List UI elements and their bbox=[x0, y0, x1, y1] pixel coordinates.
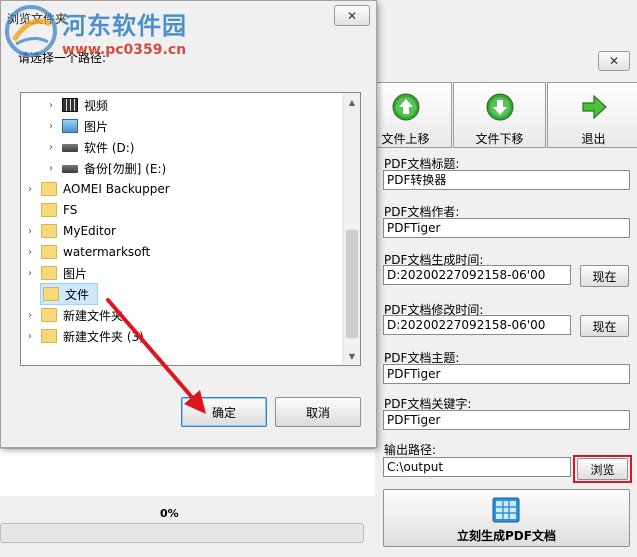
file-list[interactable] bbox=[0, 448, 375, 496]
cancel-button[interactable]: 取消 bbox=[275, 397, 361, 427]
tree-item[interactable]: › 备份[勿删] (E:) bbox=[46, 158, 166, 178]
keywords-input[interactable]: PDFTiger bbox=[383, 410, 630, 430]
expand-chevron-icon[interactable]: › bbox=[25, 247, 35, 258]
tree-item[interactable]: › 视频 bbox=[46, 95, 108, 115]
close-button[interactable]: ✕ bbox=[598, 51, 630, 71]
document-table-icon bbox=[492, 497, 520, 523]
folder-icon bbox=[41, 182, 57, 196]
tree-item-label: watermarksoft bbox=[63, 245, 151, 259]
tree-item[interactable]: › 图片 bbox=[46, 116, 108, 136]
picture-folder-icon bbox=[62, 119, 78, 133]
tree-item-label: 备份[勿删] (E:) bbox=[84, 161, 167, 176]
scroll-down-icon[interactable]: ▼ bbox=[344, 348, 360, 364]
progress-bar bbox=[0, 523, 364, 543]
expand-chevron-icon[interactable]: › bbox=[46, 163, 56, 174]
generate-pdf-label: 立刻生成PDF文档 bbox=[457, 529, 556, 543]
arrow-down-icon bbox=[486, 93, 513, 121]
modified-now-button[interactable]: 现在 bbox=[580, 315, 629, 337]
title-input[interactable]: PDF转换器 bbox=[383, 170, 630, 190]
dialog-prompt: 请选择一个路径: bbox=[18, 51, 107, 65]
tree-item[interactable]: › AOMEI Backupper bbox=[25, 179, 170, 199]
drive-icon bbox=[62, 140, 78, 154]
dialog-title: 浏览文件夹 bbox=[7, 12, 68, 26]
tree-scrollbar[interactable]: ▲ ▼ bbox=[342, 93, 360, 365]
expand-chevron-icon[interactable]: › bbox=[46, 121, 56, 132]
expand-chevron-icon[interactable]: › bbox=[25, 184, 35, 195]
tree-item[interactable]: 文件 bbox=[40, 283, 98, 305]
modified-time-input[interactable]: D:20200227092158-06'00 bbox=[383, 315, 571, 335]
tree-item[interactable]: › MyEditor bbox=[25, 221, 116, 241]
progress-text: 0% bbox=[160, 507, 179, 520]
created-now-button[interactable]: 现在 bbox=[580, 265, 629, 287]
folder-icon bbox=[41, 308, 57, 322]
tree-item-label: FS bbox=[63, 203, 78, 217]
scroll-up-icon[interactable]: ▲ bbox=[344, 94, 360, 110]
folder-icon bbox=[41, 224, 57, 238]
generate-pdf-button[interactable]: 立刻生成PDF文档 bbox=[383, 489, 630, 547]
expand-chevron-icon[interactable]: › bbox=[25, 268, 35, 279]
output-path-label: 输出路径: bbox=[384, 443, 437, 457]
scrollbar-thumb[interactable] bbox=[346, 230, 358, 338]
tree-item-label: 图片 bbox=[84, 119, 109, 134]
tree-item-label: 软件 (D:) bbox=[84, 140, 135, 155]
tree-item[interactable]: › 软件 (D:) bbox=[46, 137, 134, 157]
author-input[interactable]: PDFTiger bbox=[383, 218, 630, 238]
subject-input[interactable]: PDFTiger bbox=[383, 364, 630, 384]
drive-icon bbox=[62, 161, 78, 175]
move-down-label: 文件下移 bbox=[475, 132, 524, 146]
close-icon: ✕ bbox=[608, 54, 620, 68]
tree-item-label: AOMEI Backupper bbox=[63, 182, 170, 196]
expand-chevron-icon[interactable]: › bbox=[46, 100, 56, 111]
ok-button[interactable]: 确定 bbox=[181, 397, 267, 427]
tree-item-label: 视频 bbox=[84, 98, 109, 113]
expand-chevron-icon[interactable]: › bbox=[25, 226, 35, 237]
output-path-input[interactable]: C:\output bbox=[383, 457, 571, 477]
exit-arrow-icon bbox=[581, 94, 607, 120]
arrow-up-icon bbox=[392, 93, 419, 121]
dialog-close-button[interactable]: ✕ bbox=[334, 5, 370, 26]
tree-item-label: 新建文件夹 bbox=[63, 308, 124, 323]
video-folder-icon bbox=[62, 98, 78, 112]
tree-item[interactable]: › 新建文件夹 (3) bbox=[25, 326, 144, 346]
folder-tree[interactable]: › 视频 › 图片 › 软件 (D:) › 备份[勿删] (E:) › AOMEI Backupp… bbox=[20, 92, 361, 366]
tree-item[interactable]: › 图片 bbox=[25, 263, 87, 283]
tree-item[interactable]: FS bbox=[25, 200, 77, 220]
folder-icon bbox=[43, 287, 59, 301]
expand-chevron-icon[interactable]: › bbox=[25, 331, 35, 342]
tree-item[interactable]: › 新建文件夹 bbox=[25, 305, 123, 325]
browse-folder-dialog: 浏览文件夹 ✕ 请选择一个路径: › 视频 › 图片 › 软件 (D:) › 备份[勿删] (… bbox=[0, 0, 377, 448]
tree-item-label: 图片 bbox=[63, 266, 88, 281]
expand-chevron-icon[interactable]: › bbox=[25, 310, 35, 321]
browse-highlight-box bbox=[573, 455, 632, 483]
tree-item[interactable]: › watermarksoft bbox=[25, 242, 150, 262]
folder-icon bbox=[41, 266, 57, 280]
folder-icon bbox=[41, 329, 57, 343]
created-time-input[interactable]: D:20200227092158-06'00 bbox=[383, 265, 571, 285]
exit-button[interactable]: 退出 bbox=[547, 82, 637, 148]
close-icon: ✕ bbox=[346, 8, 358, 23]
tree-item-label: 文件 bbox=[65, 287, 90, 302]
folder-icon bbox=[41, 245, 57, 259]
tree-item-label: 新建文件夹 (3) bbox=[63, 329, 144, 344]
exit-label: 退出 bbox=[581, 132, 606, 146]
tree-item-label: MyEditor bbox=[63, 224, 116, 238]
move-down-button[interactable]: 文件下移 bbox=[453, 82, 546, 148]
folder-icon bbox=[41, 203, 57, 217]
expand-chevron-icon[interactable]: › bbox=[46, 142, 56, 153]
